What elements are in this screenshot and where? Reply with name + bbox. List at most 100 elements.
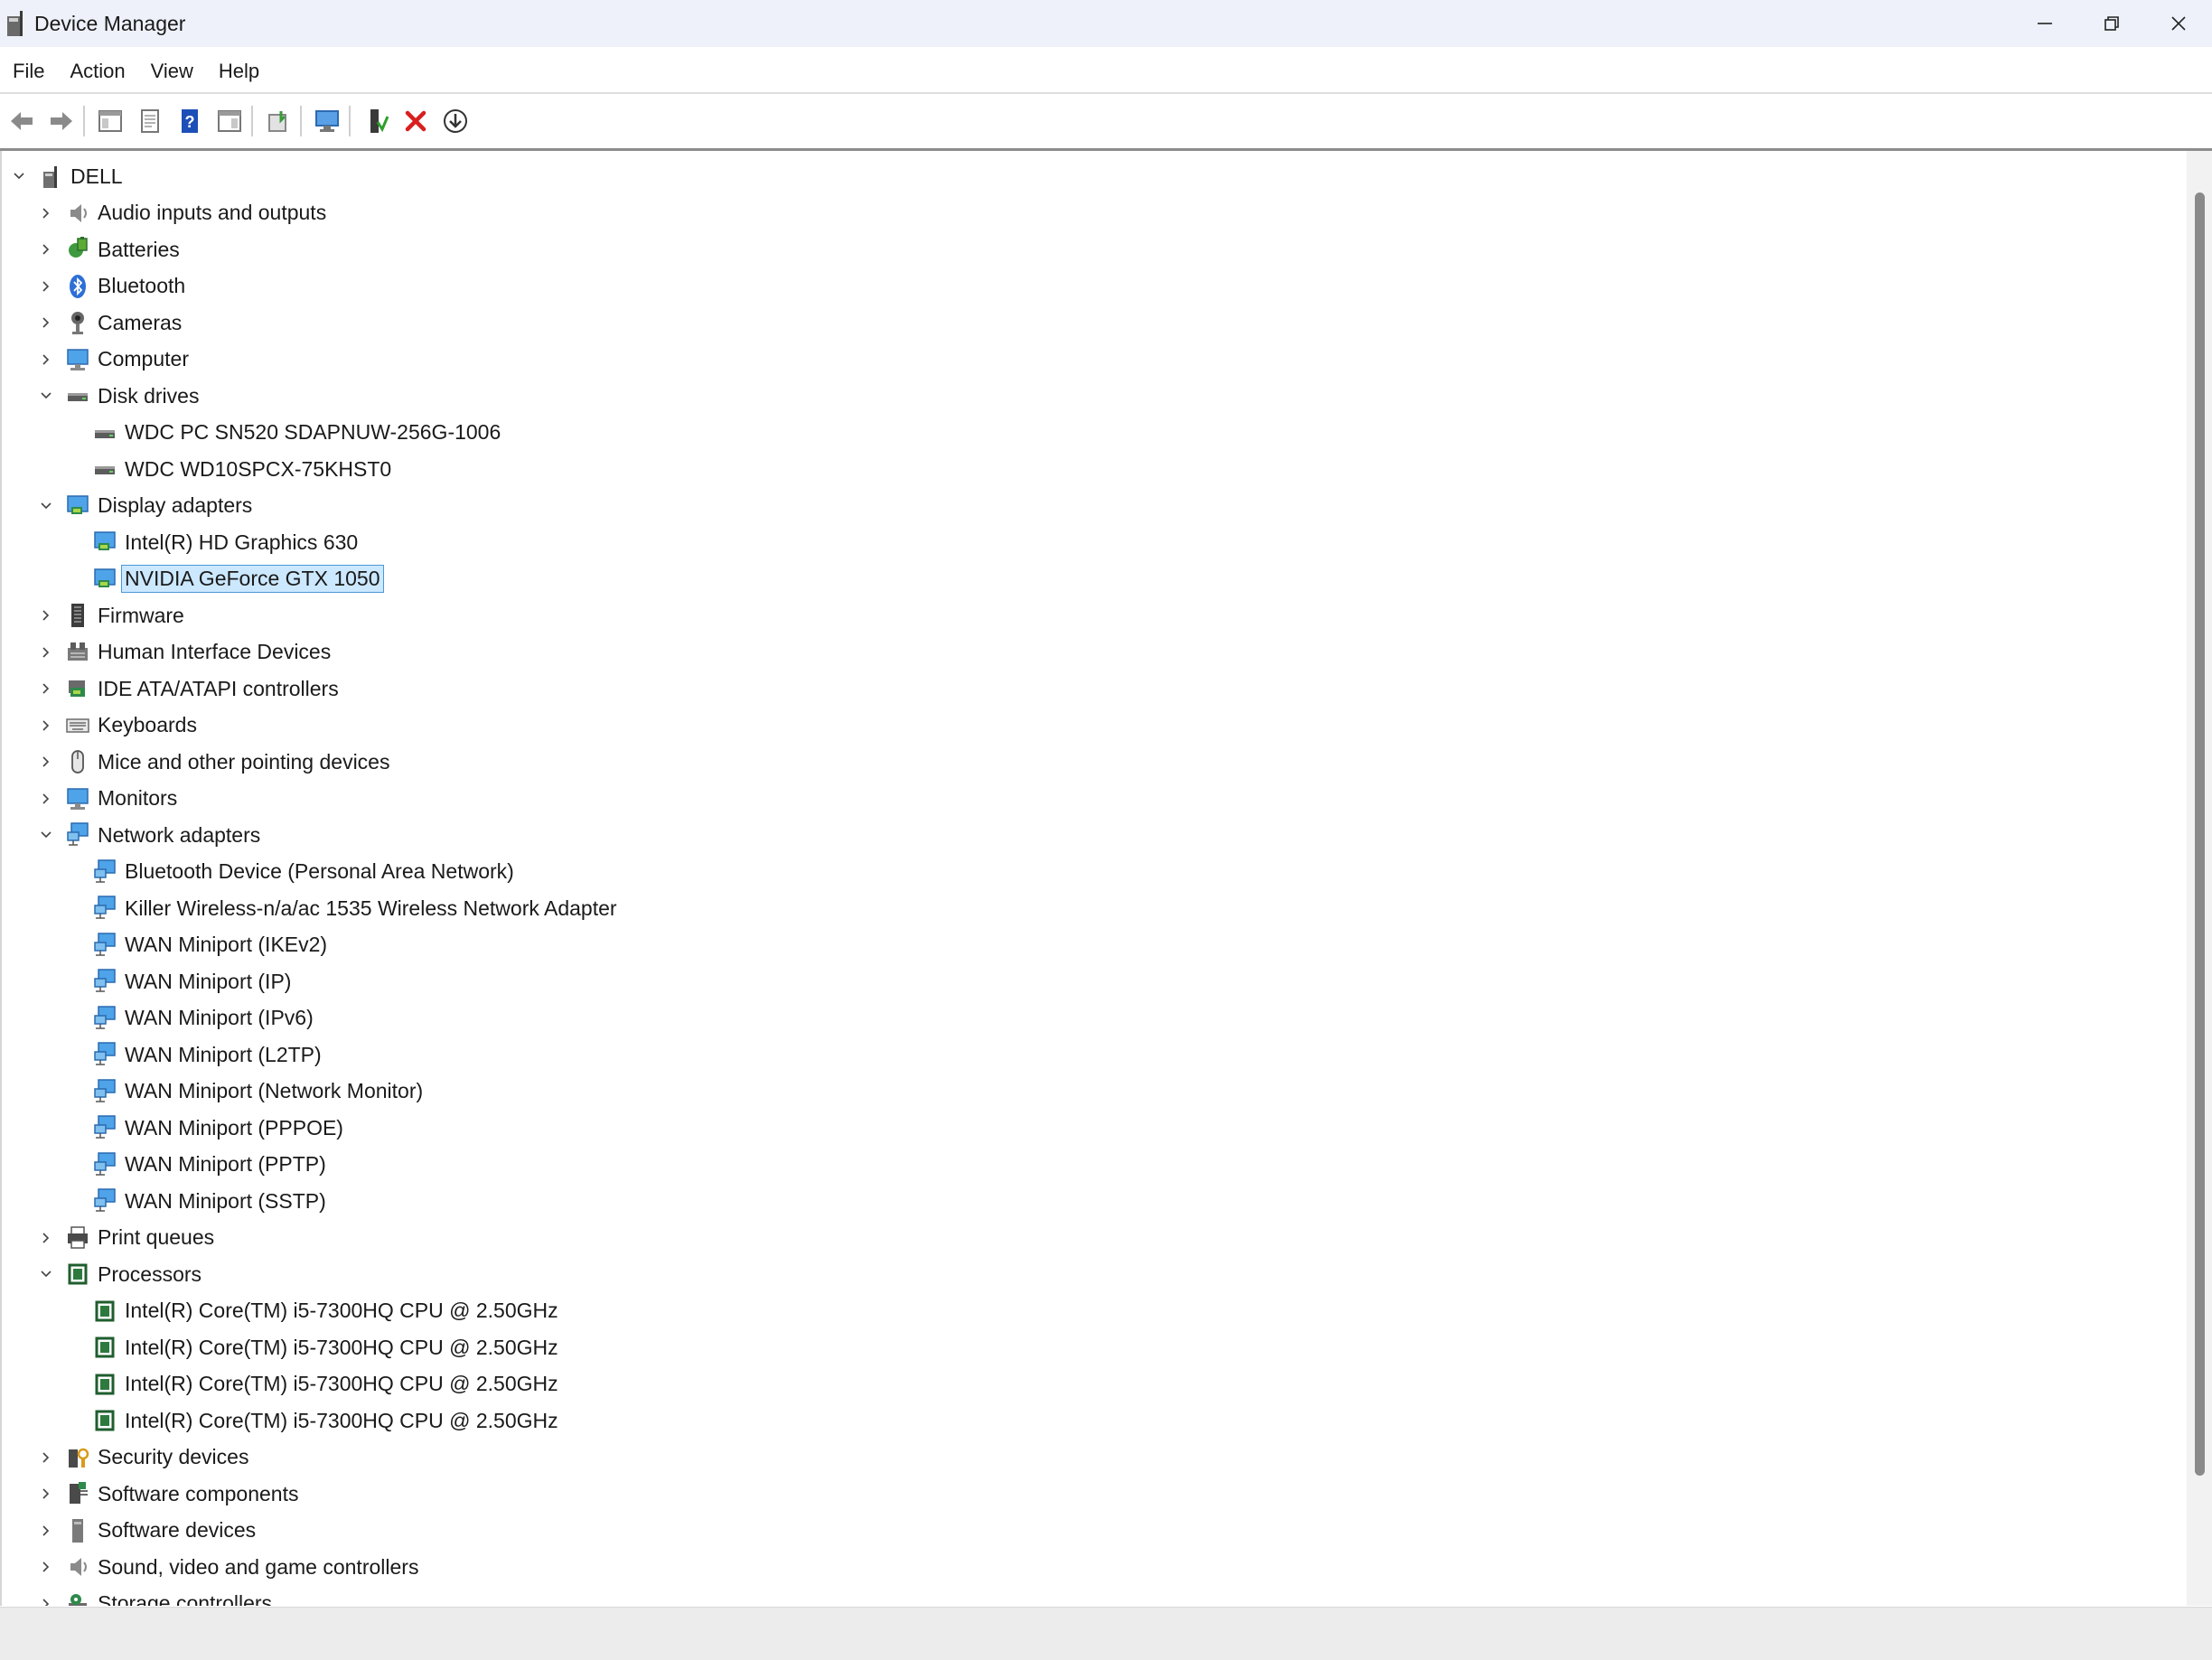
- tree-item-label: WAN Miniport (IPv6): [125, 1006, 314, 1029]
- tree-item-icon: [92, 895, 117, 922]
- tree-category-storage-controllers[interactable]: Storage controllers: [36, 1586, 276, 1606]
- tree-device-item[interactable]: Bluetooth Device (Personal Area Network): [63, 854, 518, 890]
- tree-category-keyboards[interactable]: Keyboards: [36, 708, 201, 744]
- expander-toggle[interactable]: [36, 496, 56, 516]
- tree-item-label: WAN Miniport (Network Monitor): [125, 1079, 424, 1102]
- tree-device-item[interactable]: Intel(R) Core(TM) i5-7300HQ CPU @ 2.50GH…: [63, 1329, 562, 1365]
- expander-toggle[interactable]: [36, 1484, 56, 1504]
- disk-drive-icon: [68, 393, 88, 401]
- expander-toggle[interactable]: [36, 277, 56, 296]
- menu-view[interactable]: View: [138, 60, 204, 83]
- tree-device-item[interactable]: WAN Miniport (L2TP): [63, 1036, 325, 1073]
- expander-toggle[interactable]: [36, 1264, 56, 1284]
- tree-device-item[interactable]: WAN Miniport (PPTP): [63, 1147, 330, 1183]
- tree-category-print-queues[interactable]: Print queues: [36, 1220, 218, 1256]
- tree-device-item[interactable]: Intel(R) Core(TM) i5-7300HQ CPU @ 2.50GH…: [63, 1402, 562, 1439]
- tree-category-software-devices[interactable]: Software devices: [36, 1513, 259, 1549]
- vertical-scrollbar[interactable]: [2187, 151, 2212, 1606]
- tree-category-ide-ata-atapi-controllers[interactable]: IDE ATA/ATAPI controllers: [36, 671, 342, 707]
- menu-help[interactable]: Help: [206, 60, 270, 83]
- tree-device-item[interactable]: WAN Miniport (SSTP): [63, 1183, 330, 1219]
- expander-toggle[interactable]: [36, 1448, 56, 1468]
- tree-category-audio-inputs-and-outputs[interactable]: Audio inputs and outputs: [36, 195, 330, 231]
- help-button[interactable]: ?: [172, 101, 208, 141]
- expander-toggle[interactable]: [36, 239, 56, 259]
- tree-device-item[interactable]: WAN Miniport (IP): [63, 963, 295, 999]
- tree-category-display-adapters[interactable]: Display adapters: [36, 488, 256, 524]
- tree-category-disk-drives[interactable]: Disk drives: [36, 378, 202, 414]
- properties-button[interactable]: [132, 101, 168, 141]
- tree-root-dell[interactable]: DELL: [9, 158, 127, 194]
- tree-category-mice-and-other-pointing-devices[interactable]: Mice and other pointing devices: [36, 744, 393, 780]
- expander-toggle[interactable]: [36, 350, 56, 370]
- tree-device-item[interactable]: Intel(R) Core(TM) i5-7300HQ CPU @ 2.50GH…: [63, 1293, 562, 1329]
- network-adapter-icon: [94, 1188, 116, 1212]
- tree-device-item[interactable]: Intel(R) HD Graphics 630: [63, 524, 361, 560]
- tree-device-item[interactable]: WAN Miniport (Network Monitor): [63, 1074, 426, 1110]
- toolbar-separator: [251, 106, 253, 136]
- tree-item-label: NVIDIA GeForce GTX 1050: [121, 565, 384, 593]
- expander-toggle[interactable]: [36, 605, 56, 625]
- forward-button[interactable]: [43, 101, 80, 141]
- menu-file[interactable]: File: [0, 60, 55, 83]
- tree-device-item[interactable]: NVIDIA GeForce GTX 1050: [63, 561, 384, 597]
- tree-device-item[interactable]: Intel(R) Core(TM) i5-7300HQ CPU @ 2.50GH…: [63, 1366, 562, 1402]
- scrollbar-thumb[interactable]: [2195, 192, 2205, 1476]
- uninstall-device-button[interactable]: [398, 101, 434, 141]
- expander-toggle[interactable]: [36, 1557, 56, 1577]
- expander-toggle[interactable]: [36, 203, 56, 223]
- back-button[interactable]: [4, 101, 40, 141]
- tree-category-processors[interactable]: Processors: [36, 1256, 205, 1292]
- expander-toggle[interactable]: [36, 642, 56, 662]
- expander-toggle[interactable]: [36, 716, 56, 736]
- tree-category-sound-video-and-game-controllers[interactable]: Sound, video and game controllers: [36, 1549, 422, 1585]
- tree-category-human-interface-devices[interactable]: Human Interface Devices: [36, 634, 334, 671]
- close-button[interactable]: [2145, 0, 2212, 47]
- tree-category-bluetooth[interactable]: Bluetooth: [36, 268, 189, 305]
- expander-toggle[interactable]: [9, 166, 29, 186]
- tree-category-cameras[interactable]: Cameras: [36, 305, 185, 341]
- expander-toggle[interactable]: [36, 1594, 56, 1606]
- update-driver-button[interactable]: [260, 101, 296, 141]
- tree-category-software-components[interactable]: Software components: [36, 1476, 302, 1512]
- scan-hardware-button[interactable]: [309, 101, 345, 141]
- action-pane-button[interactable]: [211, 101, 248, 141]
- uninstall-device-icon: [405, 110, 426, 132]
- tree-item-label: Sound, video and game controllers: [98, 1554, 419, 1579]
- tree-device-item[interactable]: WDC PC SN520 SDAPNUW-256G-1006: [63, 415, 504, 451]
- tree-category-security-devices[interactable]: Security devices: [36, 1440, 252, 1476]
- tree-device-item[interactable]: Killer Wireless-n/a/ac 1535 Wireless Net…: [63, 890, 621, 926]
- tree-device-item[interactable]: WDC WD10SPCX-75KHST0: [63, 451, 395, 487]
- minimize-button[interactable]: [2011, 0, 2078, 47]
- tree-category-computer[interactable]: Computer: [36, 342, 192, 378]
- tree-item-icon: [65, 712, 90, 739]
- tree-category-monitors[interactable]: Monitors: [36, 781, 181, 817]
- enable-device-button[interactable]: [358, 101, 394, 141]
- expander-toggle[interactable]: [36, 1228, 56, 1248]
- download-driver-button[interactable]: [437, 101, 473, 141]
- tree-category-firmware[interactable]: Firmware: [36, 597, 188, 633]
- expander-toggle[interactable]: [36, 313, 56, 333]
- expander-toggle[interactable]: [36, 679, 56, 699]
- expander-toggle[interactable]: [36, 386, 56, 406]
- expander-toggle[interactable]: [36, 752, 56, 772]
- expander-toggle[interactable]: [36, 1521, 56, 1541]
- tree-item-label: WAN Miniport (PPTP): [125, 1152, 326, 1176]
- show-hide-console-tree-button[interactable]: [92, 101, 128, 141]
- forward-arrow-icon: [51, 112, 72, 130]
- tree-device-item[interactable]: WAN Miniport (IKEv2): [63, 927, 331, 963]
- tree-device-item[interactable]: WAN Miniport (PPPOE): [63, 1110, 347, 1146]
- restore-button[interactable]: [2078, 0, 2145, 47]
- network-adapter-icon: [94, 1078, 116, 1102]
- tree-category-batteries[interactable]: Batteries: [36, 231, 183, 267]
- expander-toggle[interactable]: [36, 789, 56, 809]
- tree-device-item[interactable]: WAN Miniport (IPv6): [63, 1000, 317, 1036]
- tree-category-network-adapters[interactable]: Network adapters: [36, 817, 264, 853]
- tree-item-label: Display adapters: [98, 493, 253, 517]
- menu-action[interactable]: Action: [57, 60, 136, 83]
- expander-toggle[interactable]: [36, 825, 56, 845]
- printer-icon: [68, 1225, 88, 1249]
